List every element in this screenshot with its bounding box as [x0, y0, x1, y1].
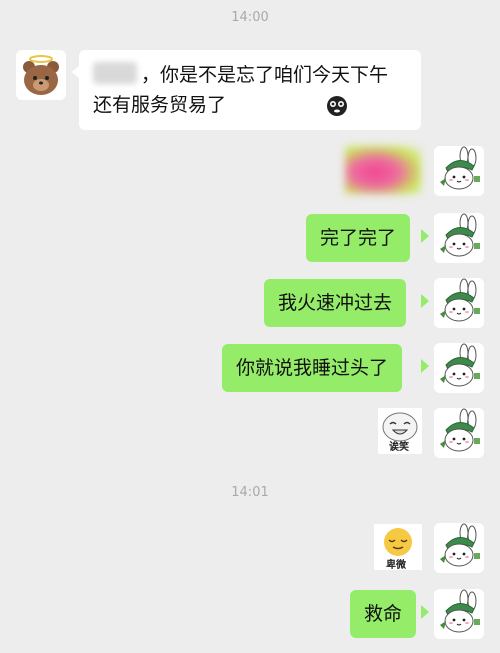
self-avatar[interactable] [434, 523, 484, 573]
contact-avatar[interactable] [16, 50, 66, 100]
rabbit-avatar-icon [434, 343, 484, 393]
bubble-tail [421, 229, 429, 243]
self-avatar[interactable] [434, 213, 484, 263]
rabbit-avatar-icon [434, 523, 484, 573]
sent-message[interactable]: 完了完了 [306, 214, 411, 262]
blurred-sticker[interactable] [345, 146, 421, 194]
sticker-laugh[interactable]: 诶笑 [378, 408, 422, 454]
sent-message-text: 你就说我睡过头了 [236, 357, 389, 379]
rabbit-avatar-icon [434, 213, 484, 263]
self-avatar[interactable] [434, 343, 484, 393]
self-avatar[interactable] [434, 146, 484, 196]
sticker-label: 诶笑 [389, 442, 409, 453]
rabbit-avatar-icon [434, 589, 484, 639]
timestamp: 14:01 [231, 485, 269, 500]
rabbit-avatar-icon [434, 408, 484, 458]
sticker-humble[interactable]: 卑微 [374, 524, 422, 571]
received-message[interactable]: ，你是不是忘了咱们今天下午 还有服务贸易了 [79, 50, 421, 130]
rabbit-avatar-icon [434, 146, 484, 196]
self-avatar[interactable] [434, 589, 484, 639]
sent-message[interactable]: 我火速冲过去 [264, 279, 407, 327]
sent-message-text: 我火速冲过去 [278, 292, 393, 314]
sent-message-text: 救命 [364, 603, 403, 625]
timestamp: 14:00 [231, 10, 269, 25]
bear-avatar-icon [23, 55, 59, 95]
bubble-tail [421, 605, 429, 619]
sent-message-text: 完了完了 [320, 227, 397, 249]
bubble-tail [421, 359, 429, 373]
sent-message[interactable]: 你就说我睡过头了 [222, 344, 403, 392]
rabbit-avatar-icon [434, 278, 484, 328]
crying-face-icon [327, 96, 347, 116]
self-avatar[interactable] [434, 278, 484, 328]
sticker-label: 卑微 [386, 560, 406, 571]
redacted-name [93, 62, 137, 84]
sent-message[interactable]: 救命 [350, 590, 417, 638]
bubble-tail [421, 294, 429, 308]
self-avatar[interactable] [434, 408, 484, 458]
